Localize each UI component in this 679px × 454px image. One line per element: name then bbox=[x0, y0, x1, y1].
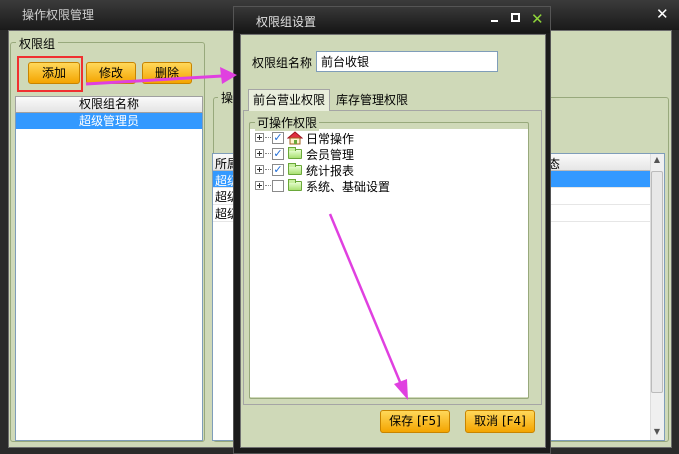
cancel-button[interactable]: 取消 [F4] bbox=[465, 410, 535, 433]
close-icon[interactable]: ✕ bbox=[531, 10, 544, 28]
dialog-title: 权限组设置 bbox=[256, 15, 317, 29]
tree-connector bbox=[265, 153, 271, 154]
perm-group-title: 权限组 bbox=[16, 35, 59, 52]
maximize-icon[interactable] bbox=[511, 13, 520, 22]
tree-connector bbox=[265, 185, 271, 186]
tab-inventory-permissions[interactable]: 库存管理权限 bbox=[330, 91, 414, 111]
delete-button[interactable]: 删除 bbox=[142, 62, 192, 84]
tab-front-desk-permissions[interactable]: 前台营业权限 bbox=[248, 89, 330, 111]
tree-item-label: 系统、基础设置 bbox=[306, 180, 391, 194]
expand-icon[interactable] bbox=[255, 133, 264, 142]
tree-item-system-settings[interactable]: 系统、基础设置 bbox=[255, 178, 455, 194]
checkbox-daily-ops[interactable]: ✓ bbox=[272, 132, 284, 144]
edit-button[interactable]: 修改 bbox=[86, 62, 136, 84]
main-window-title: 操作权限管理 bbox=[22, 8, 95, 22]
folder-icon bbox=[288, 179, 302, 191]
tree-item-label: 会员管理 bbox=[306, 148, 355, 162]
scroll-down-arrow-icon[interactable]: ▼ bbox=[651, 427, 663, 439]
tree-item-label: 统计报表 bbox=[306, 164, 355, 178]
add-button-highlight bbox=[17, 56, 83, 92]
checkbox-member-mgmt[interactable]: ✓ bbox=[272, 148, 284, 160]
tree-connector bbox=[265, 137, 271, 138]
tree-item-member-mgmt[interactable]: ✓ 会员管理 bbox=[255, 146, 455, 162]
expand-icon[interactable] bbox=[255, 149, 264, 158]
group-name-label: 权限组名称 bbox=[252, 56, 313, 70]
tree-connector bbox=[265, 169, 271, 170]
home-icon bbox=[287, 131, 303, 145]
main-close-button[interactable]: ✕ bbox=[656, 6, 669, 22]
permission-tree-title: 可操作权限 bbox=[255, 114, 320, 131]
checkbox-reports[interactable]: ✓ bbox=[272, 164, 284, 176]
expand-icon[interactable] bbox=[255, 165, 264, 174]
minimize-icon[interactable] bbox=[490, 13, 500, 23]
perm-group-list[interactable] bbox=[15, 96, 203, 441]
folder-icon bbox=[288, 163, 302, 175]
perm-group-list-row[interactable]: 超级管理员 bbox=[16, 113, 202, 129]
perm-group-list-header[interactable]: 权限组名称 bbox=[15, 96, 203, 113]
checkbox-system-settings[interactable] bbox=[272, 180, 284, 192]
tree-item-label: 日常操作 bbox=[306, 132, 355, 146]
expand-icon[interactable] bbox=[255, 181, 264, 190]
scrollbar-thumb[interactable] bbox=[651, 171, 663, 393]
tree-item-daily-ops[interactable]: ✓ 日常操作 bbox=[255, 130, 455, 146]
group-name-input[interactable] bbox=[316, 51, 498, 72]
save-button[interactable]: 保存 [F5] bbox=[380, 410, 450, 433]
scroll-up-arrow-icon[interactable]: ▲ bbox=[651, 155, 663, 167]
tree-item-reports[interactable]: ✓ 统计报表 bbox=[255, 162, 455, 178]
folder-icon bbox=[288, 147, 302, 159]
